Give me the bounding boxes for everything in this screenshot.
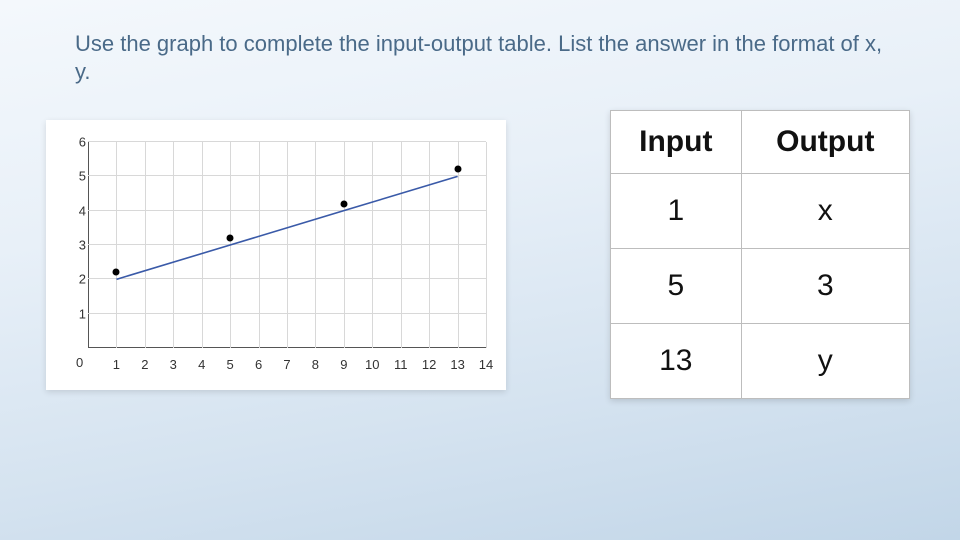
- x-tick-label: 7: [277, 357, 297, 372]
- table-header-input: Input: [611, 111, 742, 174]
- input-output-table: Input Output 1 x 5 3 13 y: [610, 110, 910, 399]
- x-tick-label: 12: [419, 357, 439, 372]
- y-tick-label: 4: [68, 203, 86, 218]
- y-tick-label: 3: [68, 238, 86, 253]
- table-row: 5 3: [611, 249, 910, 324]
- y-tick-label: 6: [68, 135, 86, 150]
- table-row: 13 y: [611, 324, 910, 399]
- instruction-text: Use the graph to complete the input-outp…: [75, 30, 885, 85]
- line-chart: 0: [46, 120, 506, 390]
- x-tick-label: 13: [448, 357, 468, 372]
- x-tick-label: 10: [362, 357, 382, 372]
- x-tick-label: 11: [391, 357, 411, 372]
- data-point: [113, 269, 120, 276]
- x-tick-label: 5: [220, 357, 240, 372]
- cell-output: y: [741, 324, 909, 399]
- data-point: [340, 200, 347, 207]
- gridline-v: [486, 142, 487, 348]
- cell-input: 5: [611, 249, 742, 324]
- data-point: [454, 166, 461, 173]
- chart-canvas: 0: [58, 134, 494, 376]
- x-tick-label: 8: [305, 357, 325, 372]
- x-tick-label: 3: [163, 357, 183, 372]
- axis-origin-label: 0: [76, 355, 83, 370]
- cell-output: 3: [741, 249, 909, 324]
- plot-area: [88, 142, 486, 348]
- x-tick-label: 14: [476, 357, 496, 372]
- x-tick-label: 4: [192, 357, 212, 372]
- x-tick-label: 6: [249, 357, 269, 372]
- data-line: [88, 142, 486, 348]
- cell-output: x: [741, 174, 909, 249]
- y-tick-label: 2: [68, 272, 86, 287]
- x-tick-label: 1: [106, 357, 126, 372]
- x-tick-label: 9: [334, 357, 354, 372]
- cell-input: 13: [611, 324, 742, 399]
- y-tick-label: 5: [68, 169, 86, 184]
- x-tick-label: 2: [135, 357, 155, 372]
- y-tick-label: 1: [68, 306, 86, 321]
- data-point: [227, 235, 234, 242]
- table-header-output: Output: [741, 111, 909, 174]
- cell-input: 1: [611, 174, 742, 249]
- table-row: 1 x: [611, 174, 910, 249]
